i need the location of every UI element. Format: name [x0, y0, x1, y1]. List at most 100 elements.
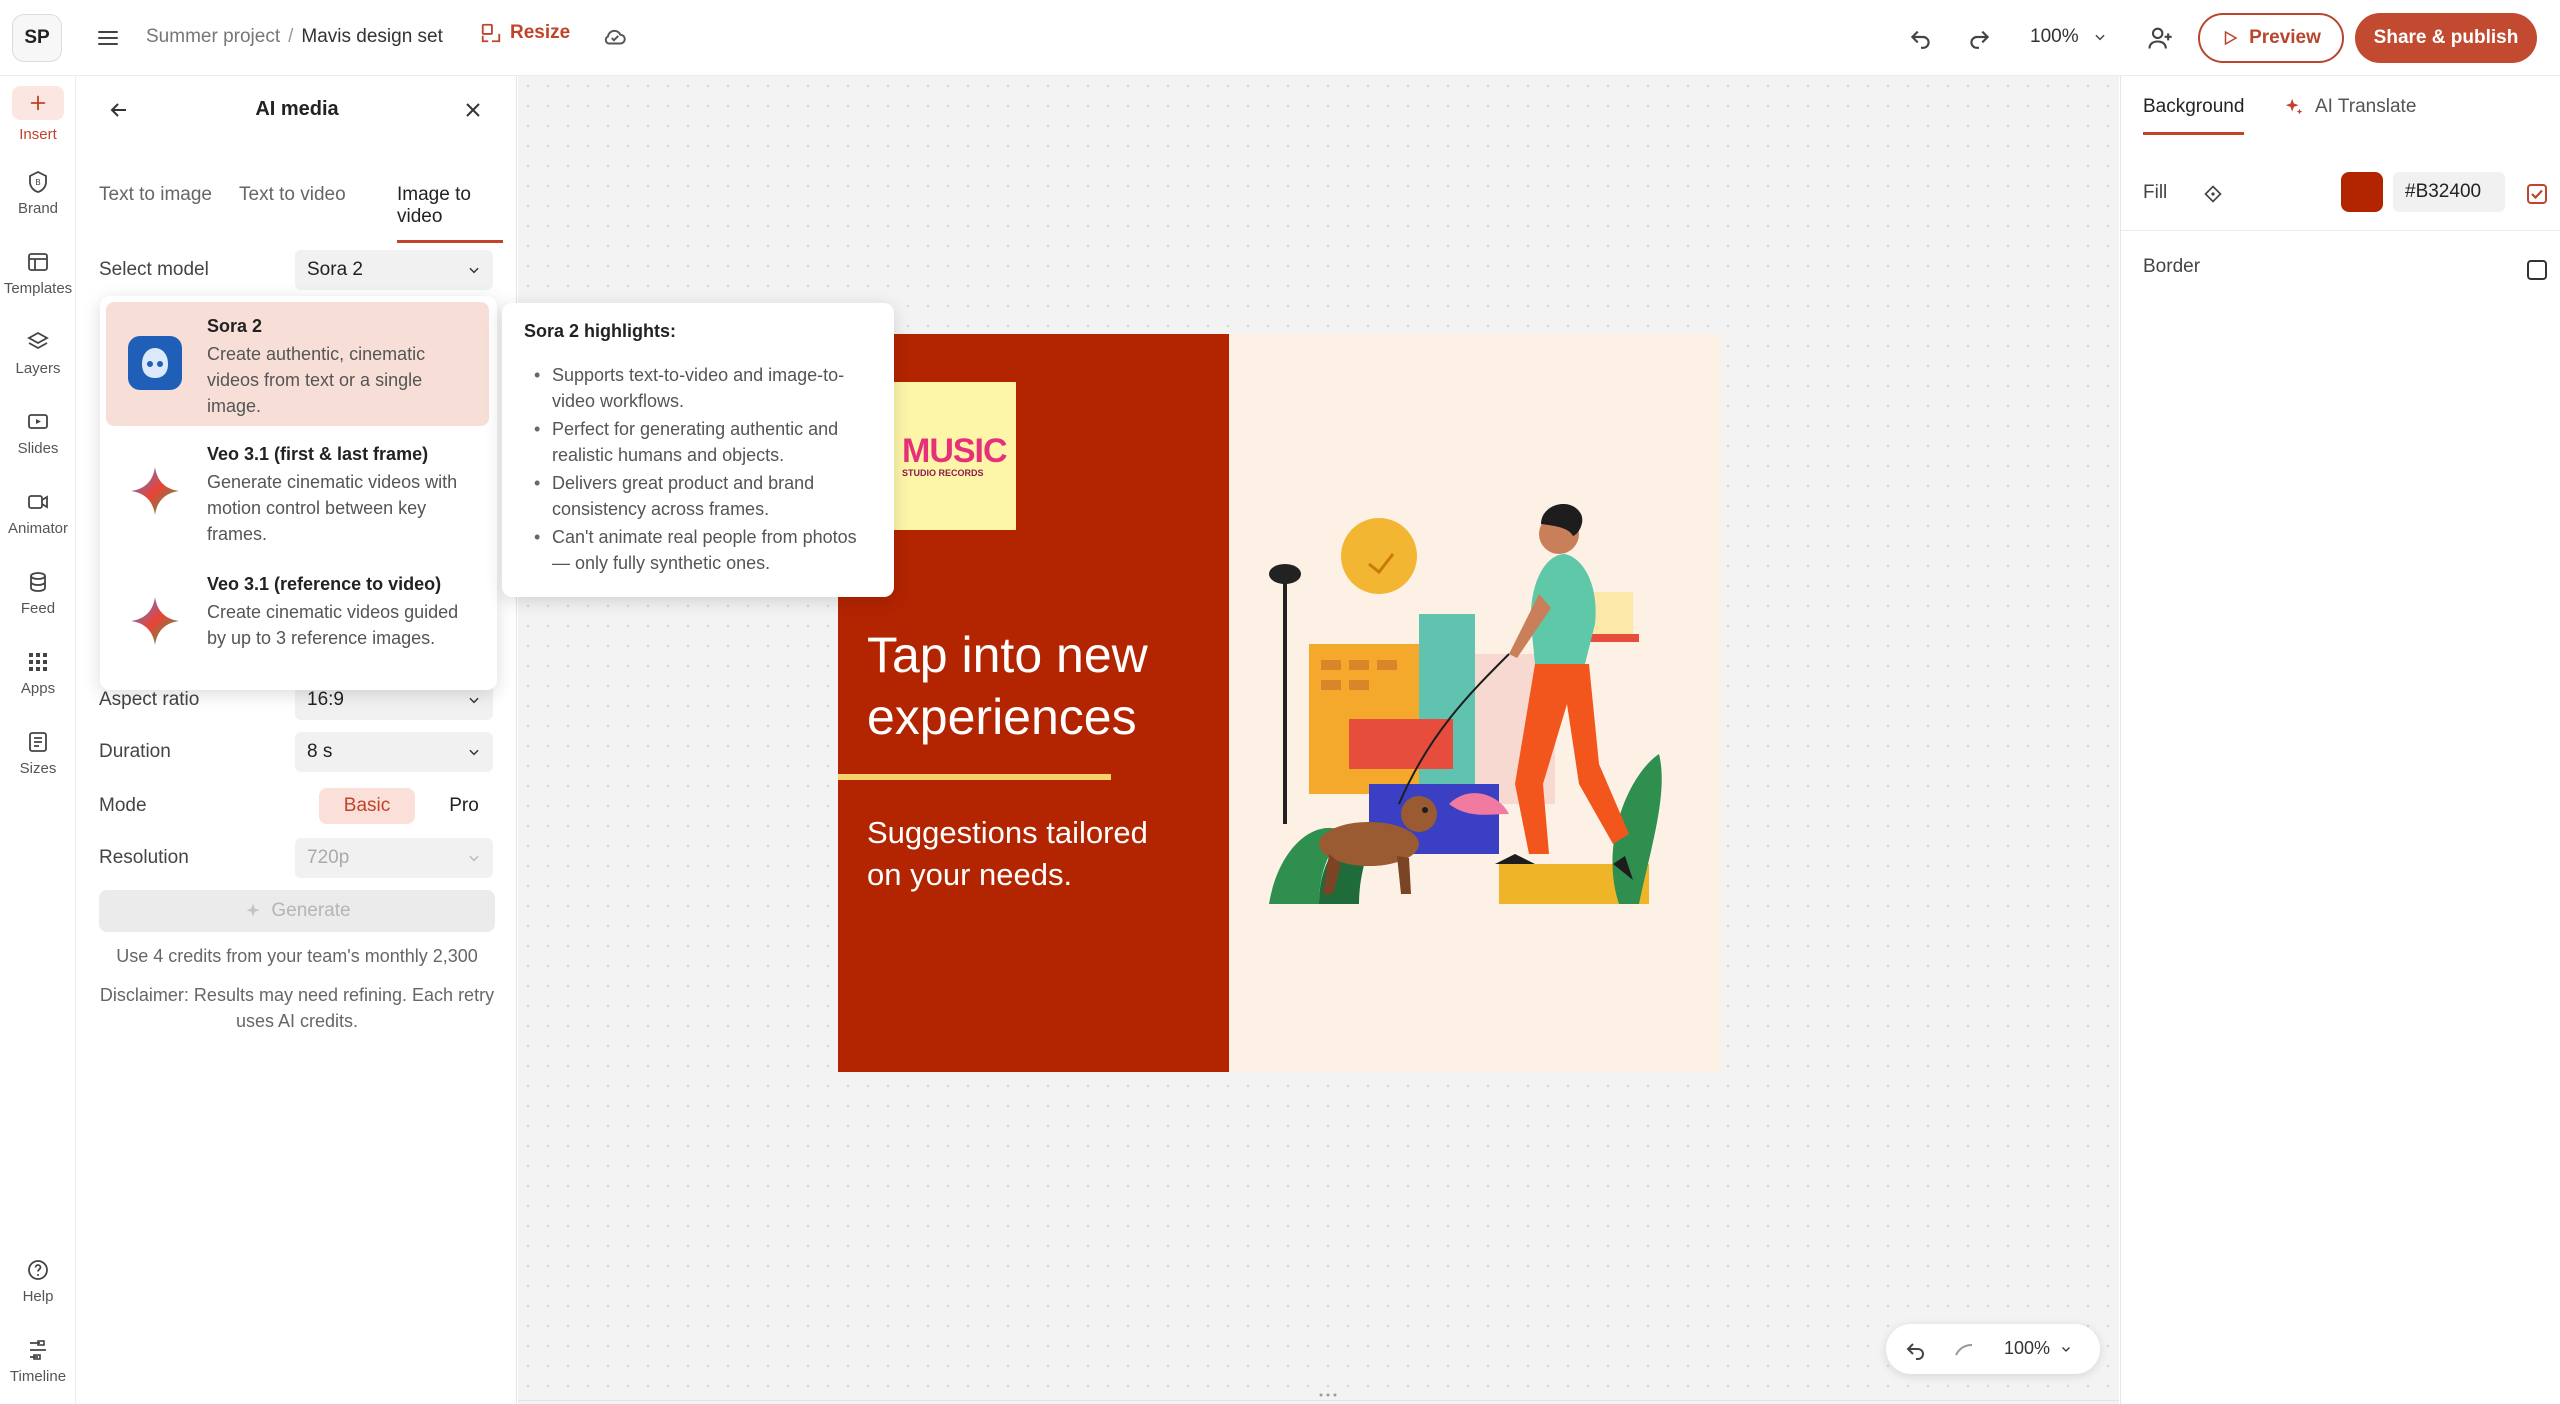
gemini-sparkle-icon [128, 594, 182, 648]
help-icon [26, 1258, 50, 1282]
left-rail: Insert B Brand Templates Layers Slides A… [0, 76, 76, 1404]
preview-label: Preview [2249, 27, 2321, 48]
preview-button[interactable]: Preview [2198, 13, 2344, 63]
play-icon [2221, 29, 2239, 47]
undo-icon[interactable] [1908, 24, 1934, 50]
canvas-bottom-divider [518, 1400, 2119, 1401]
keyframe-diamond-icon[interactable] [2203, 184, 2223, 204]
tab-text-to-image[interactable]: Text to image [99, 184, 212, 218]
generate-button[interactable]: Generate [99, 890, 495, 932]
rail-item-timeline[interactable]: Timeline [0, 1338, 76, 1404]
model-option-sora-2[interactable]: Sora 2 Create authentic, cinematic video… [106, 302, 489, 426]
model-option-veo-reference[interactable]: Veo 3.1 (reference to video) Create cine… [106, 560, 489, 684]
canvas-undo-icon[interactable] [1904, 1337, 1928, 1361]
accent-divider[interactable] [838, 774, 1111, 780]
fill-hex-value: #B32400 [2405, 181, 2482, 202]
duration-dropdown[interactable]: 8 s [295, 732, 493, 772]
aspect-ratio-value: 16:9 [307, 689, 344, 710]
rail-label: Apps [20, 680, 56, 697]
cloud-sync-icon[interactable] [602, 24, 628, 50]
design-subhead[interactable]: Suggestions tailored on your needs. [867, 812, 1187, 896]
fill-checkbox-checked[interactable] [2527, 184, 2547, 204]
fill-row: Fill #B32400 [2143, 170, 2547, 214]
plus-icon [12, 86, 64, 120]
rail-item-apps[interactable]: Apps [0, 650, 76, 720]
zoom-dropdown[interactable]: 100% [2030, 26, 2107, 48]
border-checkbox[interactable] [2527, 260, 2547, 280]
logo-main-text: MUSIC [902, 432, 1008, 470]
zoom-value: 100% [2030, 26, 2079, 47]
brand-icon: B [26, 170, 50, 194]
person-walking-dog-illustration[interactable] [1269, 504, 1689, 934]
canvas-zoom-value: 100% [2004, 1338, 2051, 1358]
slides-icon [26, 410, 50, 434]
rail-item-insert[interactable]: Insert [0, 86, 76, 156]
workspace-avatar[interactable]: SP [12, 14, 62, 62]
rail-item-sizes[interactable]: Sizes [0, 730, 76, 800]
rail-item-help[interactable]: Help [0, 1258, 76, 1328]
close-icon[interactable] [461, 98, 485, 122]
model-option-veo-first-last[interactable]: Veo 3.1 (first & last frame) Generate ci… [106, 430, 489, 554]
tab-ai-translate[interactable]: AI Translate [2283, 96, 2416, 132]
tab-text-to-video[interactable]: Text to video [239, 184, 346, 218]
duration-row: Duration 8 s [99, 732, 495, 772]
resolution-dropdown[interactable]: 720p [295, 838, 493, 878]
design-left-panel[interactable]: MUSIC STUDIO RECORDS Tap into new experi… [838, 334, 1229, 1072]
add-user-icon[interactable] [2146, 24, 2174, 52]
apps-icon [26, 650, 50, 674]
design-canvas[interactable]: MUSIC STUDIO RECORDS Tap into new experi… [518, 76, 2119, 1404]
model-highlights-tooltip: Sora 2 highlights: Supports text-to-vide… [502, 303, 894, 597]
rail-label: Slides [17, 440, 59, 457]
tab-ai-translate-label: AI Translate [2315, 96, 2417, 117]
highlights-title: Sora 2 highlights: [524, 321, 677, 341]
design-artboard[interactable]: MUSIC STUDIO RECORDS Tap into new experi… [838, 334, 1721, 1072]
select-model-value: Sora 2 [307, 259, 363, 280]
select-model-row: Select model Sora 2 [99, 250, 495, 290]
rail-label: Sizes [19, 760, 57, 777]
select-model-dropdown[interactable]: Sora 2 [295, 250, 493, 290]
border-label: Border [2143, 256, 2201, 277]
rail-item-brand[interactable]: B Brand [0, 170, 76, 240]
breadcrumb-project[interactable]: Summer project [146, 26, 280, 48]
breadcrumb-file[interactable]: Mavis design set [301, 26, 443, 48]
aspect-ratio-label: Aspect ratio [99, 689, 200, 710]
panel-divider [2121, 230, 2560, 231]
model-description: Generate cinematic videos with motion co… [207, 472, 458, 544]
timeline-icon [26, 1338, 50, 1362]
rail-item-slides[interactable]: Slides [0, 410, 76, 480]
rail-item-animator[interactable]: Animator [0, 490, 76, 560]
rail-label: Feed [20, 600, 56, 617]
tab-image-to-video[interactable]: Image to video [397, 184, 503, 243]
redo-icon[interactable] [1966, 24, 1992, 50]
breadcrumb: Summer project / Mavis design set [146, 26, 443, 48]
model-description: Create cinematic videos guided by up to … [207, 602, 459, 648]
canvas-zoom-dropdown[interactable]: 100% [2004, 1338, 2072, 1359]
mode-row: Mode Basic Pro [99, 786, 495, 826]
model-name: Sora 2 [207, 316, 263, 336]
fill-color-swatch[interactable] [2341, 172, 2383, 212]
drag-handle-icon[interactable] [1318, 1392, 1338, 1398]
tab-background[interactable]: Background [2143, 96, 2245, 135]
resize-button[interactable]: Resize [480, 22, 570, 44]
fill-hex-input[interactable]: #B32400 [2393, 172, 2505, 212]
gemini-sparkle-icon [128, 464, 182, 518]
chevron-down-icon [467, 745, 481, 759]
share-publish-button[interactable]: Share & publish [2355, 13, 2537, 63]
mode-pro-toggle[interactable]: Pro [429, 788, 499, 824]
sora-logo-icon [128, 336, 182, 390]
rail-label: Timeline [9, 1368, 67, 1385]
chevron-down-icon [2060, 1343, 2072, 1355]
mode-basic-toggle[interactable]: Basic [319, 788, 415, 824]
hamburger-menu-icon[interactable] [96, 26, 120, 50]
design-right-panel[interactable] [1229, 334, 1721, 1072]
rail-label: Brand [17, 200, 59, 217]
canvas-curve-icon[interactable] [1952, 1337, 1976, 1361]
sparkle-icon [2283, 96, 2305, 118]
design-headline[interactable]: Tap into new experiences [867, 624, 1207, 748]
resolution-row: Resolution 720p [99, 838, 495, 878]
rail-item-feed[interactable]: Feed [0, 570, 76, 640]
model-name: Veo 3.1 (first & last frame) [207, 444, 429, 464]
rail-item-templates[interactable]: Templates [0, 250, 76, 320]
rail-label: Layers [15, 360, 61, 377]
rail-item-layers[interactable]: Layers [0, 330, 76, 400]
